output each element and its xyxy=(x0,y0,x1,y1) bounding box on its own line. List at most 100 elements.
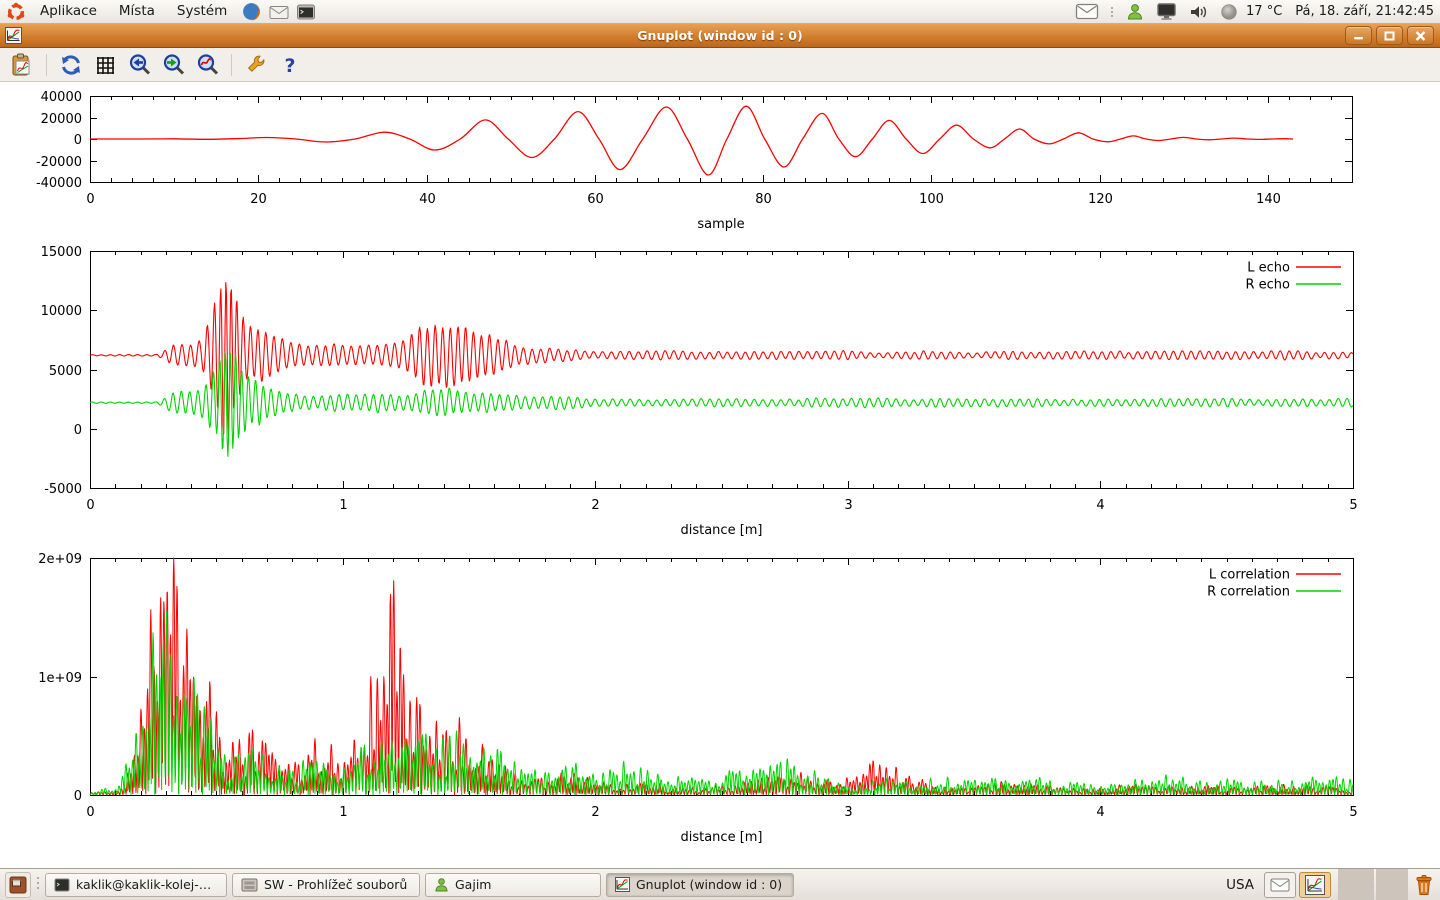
help-button[interactable]: ? xyxy=(276,51,304,79)
svg-text:-40000: -40000 xyxy=(36,176,82,191)
gnuplot-toolbar: ? xyxy=(0,48,1440,82)
gnuplot-canvas: 020406080100120140-40000-200000200004000… xyxy=(0,82,1440,868)
svg-text:60: 60 xyxy=(587,192,604,207)
clock[interactable]: Pá, 18. září, 21:42:45 xyxy=(1295,4,1434,19)
mail-notification-icon[interactable] xyxy=(1075,3,1099,20)
svg-text:5: 5 xyxy=(1349,805,1357,820)
file-manager-icon xyxy=(241,878,258,892)
chart-2: 0 1 2 3 4 5 -5000 0 5000 10000 15000 distance [m] L … xyxy=(41,245,1358,538)
minimize-button[interactable] xyxy=(1345,26,1372,45)
svg-text:0: 0 xyxy=(74,423,82,438)
task-label: Gajim xyxy=(455,877,491,892)
task-gnuplot[interactable]: Gnuplot (window id : 0) xyxy=(606,873,794,897)
svg-text:100: 100 xyxy=(919,192,944,207)
task-file-browser[interactable]: SW - Prohlížeč souborů xyxy=(232,873,420,897)
svg-text:80: 80 xyxy=(755,192,772,207)
task-label: SW - Prohlížeč souborů xyxy=(264,877,407,892)
zoom-autoscale-button[interactable] xyxy=(193,51,221,79)
zoom-next-button[interactable] xyxy=(159,51,187,79)
svg-text:2e+09: 2e+09 xyxy=(38,552,82,567)
svg-text:0: 0 xyxy=(74,133,82,148)
taskbar: kaklik@kaklik-kolej-u... SW - Prohlížeč … xyxy=(0,868,1440,900)
mail-launcher-icon[interactable] xyxy=(268,3,290,21)
svg-text:1: 1 xyxy=(339,805,347,820)
svg-text:140: 140 xyxy=(1256,192,1281,207)
ubuntu-logo-icon[interactable] xyxy=(6,2,26,22)
svg-text:0: 0 xyxy=(86,805,94,820)
window-selector-gnuplot[interactable] xyxy=(1299,872,1331,898)
svg-text:R correlation: R correlation xyxy=(1207,585,1290,600)
svg-text:4: 4 xyxy=(1096,498,1104,513)
settings-wrench-button[interactable] xyxy=(242,51,270,79)
svg-text:20: 20 xyxy=(250,192,267,207)
terminal-icon xyxy=(54,878,70,892)
svg-text:0: 0 xyxy=(86,498,94,513)
display-icon[interactable] xyxy=(1156,2,1177,21)
window-title: Gnuplot (window id : 0) xyxy=(0,28,1440,43)
taskbar-grip xyxy=(36,875,40,895)
trash-applet-icon[interactable] xyxy=(1411,871,1437,899)
svg-text:120: 120 xyxy=(1088,192,1113,207)
gnuplot-icon xyxy=(615,877,630,892)
task-label: Gnuplot (window id : 0) xyxy=(636,877,782,892)
task-terminal[interactable]: kaklik@kaklik-kolej-u... xyxy=(45,873,227,897)
mail-tray-button[interactable] xyxy=(1264,872,1296,898)
maximize-button[interactable] xyxy=(1376,26,1403,45)
window-titlebar[interactable]: Gnuplot (window id : 0) xyxy=(0,24,1440,48)
firefox-launcher-icon[interactable] xyxy=(241,1,262,22)
svg-text:L echo: L echo xyxy=(1247,261,1290,276)
user-switcher-icon[interactable] xyxy=(1125,2,1145,21)
terminal-launcher-icon[interactable] xyxy=(296,3,316,21)
task-gajim[interactable]: Gajim xyxy=(425,873,601,897)
keyboard-layout-indicator[interactable]: USA xyxy=(1226,877,1254,893)
svg-text:15000: 15000 xyxy=(41,245,82,260)
svg-text:3: 3 xyxy=(844,805,852,820)
svg-text:5: 5 xyxy=(1349,498,1357,513)
menu-places[interactable]: Místa xyxy=(108,0,166,23)
menu-system[interactable]: Systém xyxy=(166,0,238,23)
svg-text:10000: 10000 xyxy=(41,304,82,319)
svg-text:3: 3 xyxy=(844,498,852,513)
temperature-readout[interactable]: 17 °C xyxy=(1246,4,1282,19)
tray-panel-section xyxy=(1338,869,1374,900)
svg-text:0: 0 xyxy=(74,789,82,804)
tray-panel-section xyxy=(1376,869,1408,900)
svg-text:5000: 5000 xyxy=(49,364,82,379)
svg-text:-20000: -20000 xyxy=(36,155,82,170)
svg-text:distance [m]: distance [m] xyxy=(680,830,762,845)
replot-refresh-button[interactable] xyxy=(57,51,85,79)
svg-text:R echo: R echo xyxy=(1245,278,1290,293)
gnuplot-plot-area: 020406080100120140-40000-200000200004000… xyxy=(0,82,1440,868)
svg-text:40000: 40000 xyxy=(41,90,82,105)
volume-icon[interactable] xyxy=(1188,3,1209,21)
chart-1: 0 20 40 60 80 100 120 140 -40000 -20000 0 20000 4000… xyxy=(36,90,1353,232)
show-desktop-button[interactable] xyxy=(5,872,31,898)
chart-3: 0 1 2 3 4 5 0 1e+09 2e+09 distance [m] L correlati… xyxy=(38,552,1357,845)
svg-text:4: 4 xyxy=(1096,805,1104,820)
svg-text:1e+09: 1e+09 xyxy=(38,671,82,686)
svg-text:2: 2 xyxy=(591,805,599,820)
svg-text:0: 0 xyxy=(86,192,94,207)
gnuplot-window-icon xyxy=(5,27,22,44)
toolbar-separator xyxy=(231,54,232,76)
menu-applications[interactable]: Aplikace xyxy=(29,0,108,23)
zoom-previous-button[interactable] xyxy=(125,51,153,79)
svg-text:-5000: -5000 xyxy=(44,482,82,497)
svg-text:L correlation: L correlation xyxy=(1209,568,1290,583)
svg-text:20000: 20000 xyxy=(41,112,82,127)
toolbar-separator xyxy=(46,54,47,76)
gnome-top-panel: Aplikace Místa Systém 17 °C Pá, 18. září… xyxy=(0,0,1440,24)
svg-text:2: 2 xyxy=(591,498,599,513)
notification-grip[interactable] xyxy=(1110,5,1114,19)
help-icon: ? xyxy=(284,55,295,77)
task-label: kaklik@kaklik-kolej-u... xyxy=(76,877,218,892)
svg-text:distance [m]: distance [m] xyxy=(680,523,762,538)
svg-text:sample: sample xyxy=(697,217,744,232)
svg-text:40: 40 xyxy=(419,192,436,207)
weather-icon[interactable] xyxy=(1220,3,1238,21)
gajim-icon xyxy=(434,877,449,892)
toggle-grid-button[interactable] xyxy=(91,51,119,79)
svg-text:1: 1 xyxy=(339,498,347,513)
copy-to-clipboard-button[interactable] xyxy=(8,51,36,79)
close-button[interactable] xyxy=(1407,26,1434,45)
